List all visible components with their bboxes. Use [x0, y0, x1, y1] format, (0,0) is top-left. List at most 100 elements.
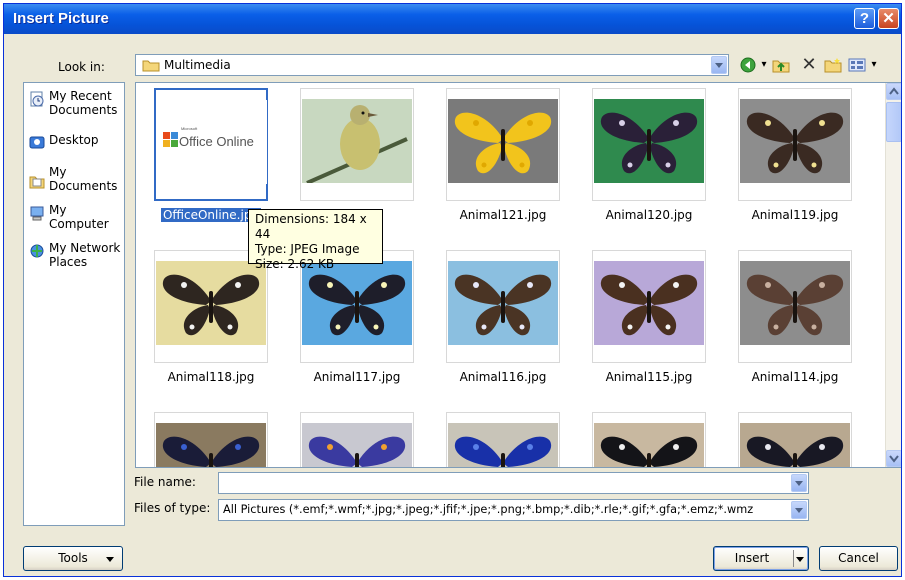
title-bar[interactable]: Insert Picture ? ✕ [4, 4, 901, 34]
file-name-caption[interactable]: Animal119.jpg [722, 208, 868, 222]
scroll-up-button[interactable] [886, 83, 901, 100]
file-name-text: Animal115.jpg [605, 370, 693, 384]
file-tile[interactable] [154, 250, 268, 363]
close-button[interactable]: ✕ [878, 8, 899, 29]
butterfly-thumbnail [156, 261, 266, 345]
tools-button[interactable]: Tools [23, 546, 123, 571]
insert-button-label: Insert [734, 551, 770, 565]
place-label: My Recent Documents [49, 89, 118, 117]
tools-button-label: Tools [58, 551, 88, 565]
back-dropdown-icon[interactable]: ▾ [759, 54, 769, 76]
place-label: My Network Places [49, 241, 121, 269]
back-icon[interactable] [739, 54, 757, 76]
files-of-type-value: All Pictures (*.emf;*.wmf;*.jpg;*.jpeg;*… [223, 503, 754, 516]
butterfly-thumbnail [740, 261, 850, 345]
recent-documents-icon [30, 91, 44, 107]
insert-picture-dialog: Insert Picture ? ✕ Look in: Multimedia ▾… [3, 3, 902, 577]
butterfly-thumbnail [594, 423, 704, 467]
views-icon[interactable] [847, 54, 867, 76]
file-name-text: Animal121.jpg [459, 208, 547, 222]
desktop-icon [29, 136, 45, 149]
file-tile[interactable] [300, 88, 414, 201]
butterfly-thumbnail [448, 261, 558, 345]
tooltip-type: Type: JPEG Image [255, 242, 360, 256]
file-name-dropdown-arrow[interactable] [791, 474, 807, 492]
dialog-title: Insert Picture [13, 10, 109, 27]
files-of-type-dropdown-arrow[interactable] [791, 501, 807, 519]
files-of-type-dropdown[interactable]: All Pictures (*.emf;*.wmf;*.jpg;*.jpeg;*… [218, 499, 809, 521]
scroll-thumb[interactable] [886, 102, 901, 142]
tools-dropdown-icon [106, 557, 114, 562]
file-info-tooltip: Dimensions: 184 x 44 Type: JPEG Image Si… [248, 209, 383, 271]
svg-text:Office Online: Office Online [179, 134, 254, 149]
file-name-caption[interactable]: Animal115.jpg [576, 370, 722, 384]
butterfly-thumbnail [448, 423, 558, 467]
new-folder-icon[interactable] [823, 54, 843, 76]
butterfly-thumbnail [740, 99, 850, 183]
file-tile[interactable] [738, 250, 852, 363]
help-button[interactable]: ? [854, 8, 875, 29]
file-name-text: Animal116.jpg [459, 370, 547, 384]
file-tile[interactable] [592, 250, 706, 363]
file-name-caption[interactable]: Animal118.jpg [138, 370, 284, 384]
butterfly-thumbnail [302, 261, 412, 345]
file-tile[interactable] [446, 412, 560, 467]
look-in-dropdown-arrow[interactable] [711, 56, 727, 74]
file-tile[interactable] [738, 412, 852, 467]
butterfly-thumbnail [740, 423, 850, 467]
butterfly-thumbnail [302, 423, 412, 467]
my-documents-icon [29, 176, 45, 189]
file-name-input[interactable] [218, 472, 809, 494]
office-online-logo-thumbnail: Microsoft Office Online [157, 100, 267, 184]
delete-icon[interactable]: ✕ [799, 54, 819, 76]
place-label: Desktop [49, 133, 99, 147]
file-tile[interactable] [592, 88, 706, 201]
file-tile[interactable] [154, 412, 268, 467]
butterfly-thumbnail [448, 99, 558, 183]
file-name-text: Animal120.jpg [605, 208, 693, 222]
bird-thumbnail [302, 99, 412, 183]
scroll-down-button[interactable] [886, 450, 901, 467]
cancel-button[interactable]: Cancel [819, 546, 898, 571]
file-tile[interactable]: Microsoft Office Online [154, 88, 268, 201]
file-tile[interactable] [300, 412, 414, 467]
butterfly-thumbnail [594, 261, 704, 345]
up-folder-icon[interactable] [771, 54, 791, 76]
my-computer-icon [30, 206, 44, 221]
views-dropdown-icon[interactable]: ▾ [869, 54, 879, 76]
cancel-button-label: Cancel [838, 551, 879, 565]
files-of-type-label: Files of type: [134, 501, 211, 515]
file-thumbnail-grid[interactable]: Microsoft Office Online OfficeOnline.jpg… [135, 82, 901, 468]
folder-icon [142, 60, 160, 72]
places-bar: My Recent Documents Desktop My Documents… [23, 82, 125, 526]
file-name-caption[interactable]: Animal116.jpg [430, 370, 576, 384]
file-tile[interactable] [738, 88, 852, 201]
file-tile[interactable] [592, 412, 706, 467]
vertical-scrollbar[interactable] [885, 83, 901, 467]
tooltip-dimensions: Dimensions: 184 x 44 [255, 212, 367, 241]
look-in-label: Look in: [58, 60, 105, 74]
place-label: My Documents [49, 165, 118, 193]
place-label: My Computer [49, 203, 109, 231]
file-name-text: OfficeOnline.jpg [160, 208, 262, 222]
file-name-label: File name: [134, 475, 196, 489]
butterfly-thumbnail [594, 99, 704, 183]
file-name-caption[interactable]: Animal121.jpg [430, 208, 576, 222]
insert-split-divider [793, 550, 794, 567]
svg-text:Microsoft: Microsoft [181, 126, 198, 131]
file-tile[interactable] [446, 250, 560, 363]
file-name-caption[interactable]: Animal114.jpg [722, 370, 868, 384]
file-name-caption[interactable]: Animal117.jpg [284, 370, 430, 384]
file-name-text: Animal118.jpg [167, 370, 255, 384]
look-in-dropdown[interactable]: Multimedia [135, 54, 729, 76]
insert-button[interactable]: Insert [713, 546, 809, 571]
file-name-text: Animal114.jpg [751, 370, 839, 384]
file-name-text: Animal117.jpg [313, 370, 401, 384]
file-name-text: Animal119.jpg [751, 208, 839, 222]
network-places-icon [30, 244, 44, 258]
file-name-caption[interactable]: Animal120.jpg [576, 208, 722, 222]
insert-dropdown-icon[interactable] [796, 557, 804, 562]
tooltip-size: Size: 2.62 KB [255, 257, 335, 271]
butterfly-thumbnail [156, 423, 266, 467]
file-tile[interactable] [446, 88, 560, 201]
